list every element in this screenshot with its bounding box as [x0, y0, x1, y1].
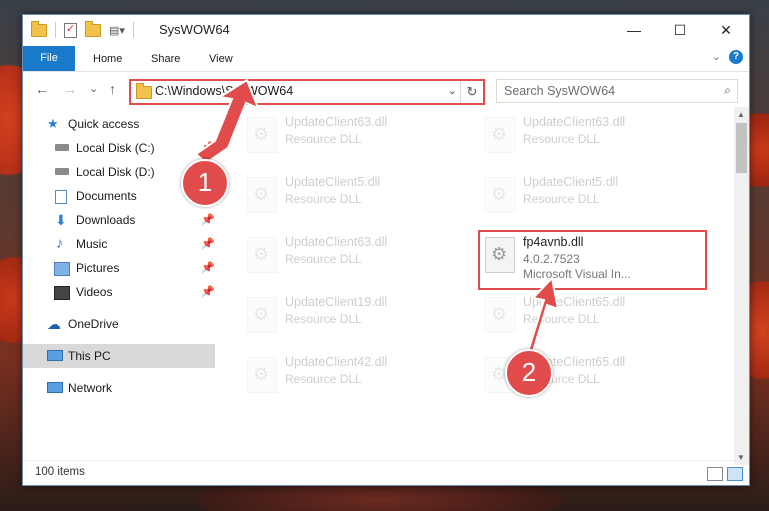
callout-arrows: [194, 78, 560, 360]
callout-badge-1: 1: [181, 159, 229, 207]
arrow-2: [519, 275, 560, 360]
callout-badge-2: 2: [505, 349, 553, 397]
arrow-1: [194, 78, 260, 165]
